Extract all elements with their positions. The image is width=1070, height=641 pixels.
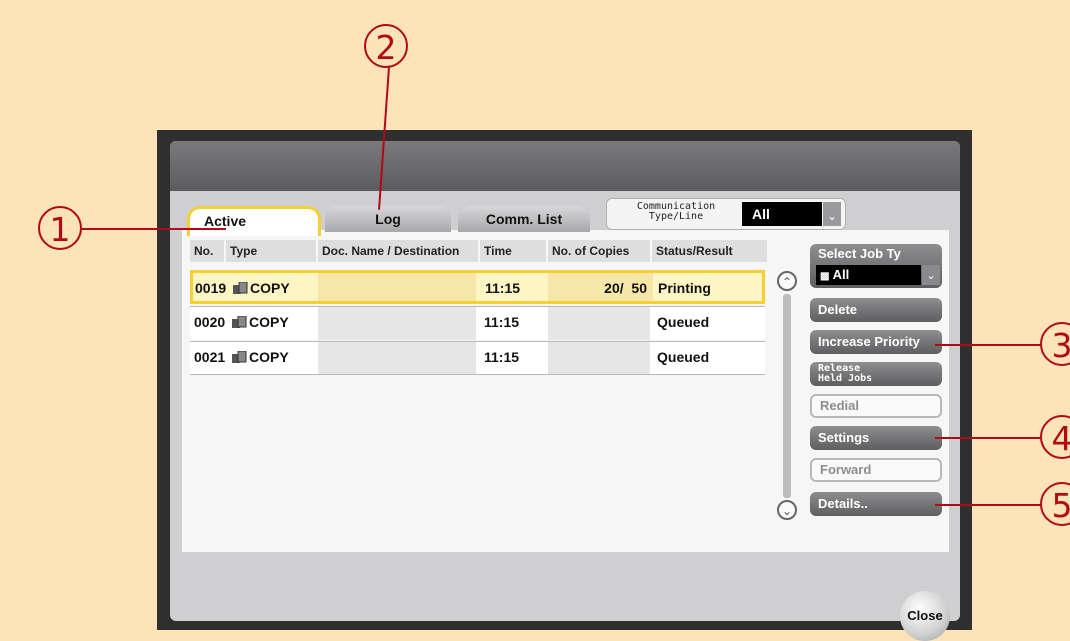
tab-log-label: Log [375,211,401,227]
cell-status: Queued [657,349,710,365]
cell-type: COPY [232,307,289,340]
column-header-copies: No. of Copies [548,240,650,262]
callout-line-1 [81,228,226,230]
cell-type: COPY [233,273,290,301]
cell-no: 0019 [195,280,227,296]
callout-2: 2 [364,24,408,68]
scrollbar[interactable] [783,294,791,498]
callout-3: 3 [1040,322,1070,366]
job-type-icon: ▩ [820,271,830,282]
select-job-type-dropdown[interactable]: ▩ All [816,265,921,285]
forward-button[interactable]: Forward [810,458,942,482]
details-button[interactable]: Details.. [810,492,942,516]
cell-doc-name [318,273,476,301]
cell-time: 11:15 [485,280,521,296]
comm-type-select[interactable]: All [742,202,822,226]
column-header-time: Time [480,240,546,262]
column-header-doc-name: Doc. Name / Destination [318,240,478,262]
comm-type-label: Communication Type/Line [636,201,716,222]
cell-no: 0020 [194,314,226,330]
cell-no: 0021 [194,349,226,365]
select-job-type-value: All [832,267,850,282]
tab-comm-list-label: Comm. List [485,211,563,227]
tab-active-label: Active [204,213,247,229]
column-header-status: Status/Result [652,240,767,262]
cell-doc-name [318,307,476,340]
cell-doc-name [318,342,476,374]
cell-type-label: COPY [249,314,289,330]
chevron-down-icon[interactable]: ⌄ [823,202,841,226]
tab-active[interactable]: Active [187,206,321,236]
cell-type: COPY [232,342,289,374]
close-button[interactable]: Close [900,591,950,641]
column-header-no: No. [190,240,224,262]
callout-line-4 [935,437,1050,439]
callout-5: 5 [1040,482,1070,526]
table-row[interactable]: 0021 COPY 11:15 Queued [190,341,765,375]
tab-log[interactable]: Log [325,206,451,232]
title-bar [170,141,960,191]
document-icon [233,274,248,294]
callout-1: 1 [38,206,82,250]
cell-type-label: COPY [250,280,290,296]
increase-priority-button[interactable]: Increase Priority [810,330,942,354]
tab-comm-list[interactable]: Comm. List [458,206,590,232]
redial-button[interactable]: Redial [810,394,942,418]
delete-button[interactable]: Delete [810,298,942,322]
cell-time: 11:15 [484,314,520,330]
cell-copies: 20/ 50 [548,273,653,301]
document-icon [232,308,247,328]
cell-time: 11:15 [484,349,520,365]
settings-button[interactable]: Settings [810,426,942,450]
column-header-type: Type [226,240,316,262]
table-row[interactable]: 0020 COPY 11:15 Queued [190,306,765,340]
document-icon [232,343,247,363]
release-held-jobs-button[interactable]: Release Held Jobs [810,362,942,386]
chevron-down-icon[interactable]: ⌄ [922,265,940,285]
scroll-up-icon[interactable]: ⌃ [777,271,797,291]
cell-copies [548,342,650,374]
cell-type-label: COPY [249,349,289,365]
table-row[interactable]: 0019 COPY 11:15 20/ 50 Printing [190,270,765,304]
callout-line-3 [935,344,1050,346]
scroll-down-icon[interactable]: ⌄ [777,500,797,520]
cell-copies [548,307,650,340]
select-job-type-label: Select Job Ty [818,246,901,261]
callout-line-5 [935,504,1050,506]
callout-4: 4 [1040,415,1070,459]
cell-status: Printing [658,280,711,296]
cell-status: Queued [657,314,710,330]
